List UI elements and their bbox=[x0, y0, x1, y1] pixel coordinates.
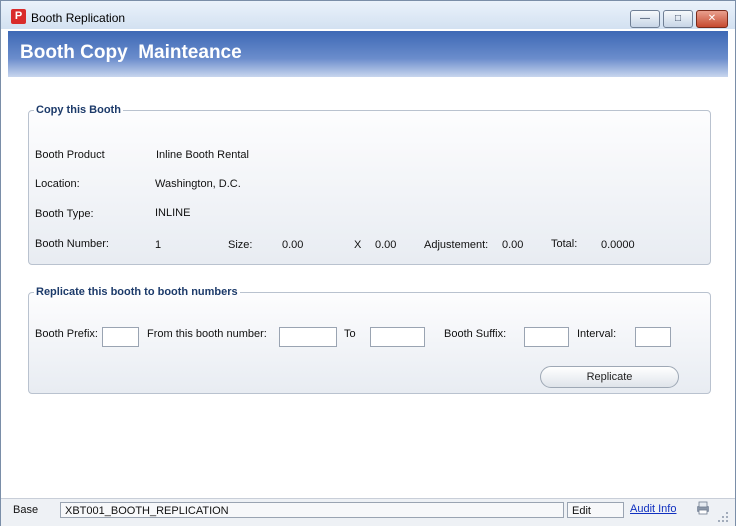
booth-prefix-input[interactable] bbox=[102, 327, 139, 347]
booth-prefix-label: Booth Prefix: bbox=[35, 328, 98, 340]
replicate-booth-legend: Replicate this booth to booth numbers bbox=[36, 286, 238, 298]
replicate-button[interactable]: Replicate bbox=[540, 366, 679, 388]
from-booth-number-input[interactable] bbox=[279, 327, 337, 347]
booth-type-value: INLINE bbox=[155, 207, 191, 219]
maximize-button[interactable]: □ bbox=[663, 10, 693, 28]
x-label: X bbox=[354, 239, 362, 251]
base-label: Base bbox=[13, 504, 39, 516]
page-title: Booth Copy Mainteance bbox=[20, 42, 242, 63]
mode-field: Edit bbox=[567, 502, 624, 518]
booth-suffix-label: Booth Suffix: bbox=[444, 328, 507, 340]
from-booth-number-label: From this booth number: bbox=[147, 328, 267, 340]
location-label: Location: bbox=[35, 178, 80, 190]
printer-icon[interactable] bbox=[695, 501, 711, 518]
size-value: 0.00 bbox=[282, 239, 304, 251]
adjustment-value: 0.00 bbox=[502, 239, 524, 251]
copy-booth-section: Copy this Booth Booth Product Inline Boo… bbox=[28, 104, 711, 265]
to-label: To bbox=[344, 328, 356, 340]
size-label: Size: bbox=[228, 239, 253, 251]
booth-product-value: Inline Booth Rental bbox=[156, 149, 249, 161]
status-bar: Base XBT001_BOOTH_REPLICATION Edit Audit… bbox=[1, 498, 735, 526]
copy-booth-legend: Copy this Booth bbox=[36, 104, 121, 116]
window-title: Booth Replication bbox=[31, 11, 126, 25]
app-logo-icon: P bbox=[11, 9, 26, 24]
close-button[interactable]: ✕ bbox=[696, 10, 728, 28]
page-header: Booth Copy Mainteance bbox=[8, 31, 728, 77]
total-label: Total: bbox=[551, 238, 578, 250]
adjustment-label: Adjustement: bbox=[424, 239, 489, 251]
interval-input[interactable] bbox=[635, 327, 671, 347]
booth-number-label: Booth Number: bbox=[35, 238, 109, 250]
location-value: Washington, D.C. bbox=[155, 178, 241, 190]
interval-label: Interval: bbox=[577, 328, 617, 340]
audit-info-link[interactable]: Audit Info bbox=[630, 503, 676, 515]
title-bar[interactable]: P Booth Replication — □ ✕ bbox=[1, 1, 735, 29]
booth-type-label: Booth Type: bbox=[35, 208, 94, 220]
size-grip-icon[interactable] bbox=[717, 511, 729, 526]
minimize-button[interactable]: — bbox=[630, 10, 660, 28]
booth-product-label: Booth Product bbox=[35, 149, 105, 161]
form-id-field: XBT001_BOOTH_REPLICATION bbox=[60, 502, 564, 518]
total-value: 0.0000 bbox=[601, 239, 635, 251]
booth-suffix-input[interactable] bbox=[524, 327, 569, 347]
booth-number-value: 1 bbox=[155, 239, 162, 251]
to-booth-number-input[interactable] bbox=[370, 327, 425, 347]
x-value: 0.00 bbox=[375, 239, 397, 251]
replicate-booth-section: Replicate this booth to booth numbers Bo… bbox=[28, 286, 711, 394]
booth-replication-window: P Booth Replication — □ ✕ Booth Copy Mai… bbox=[0, 0, 736, 526]
